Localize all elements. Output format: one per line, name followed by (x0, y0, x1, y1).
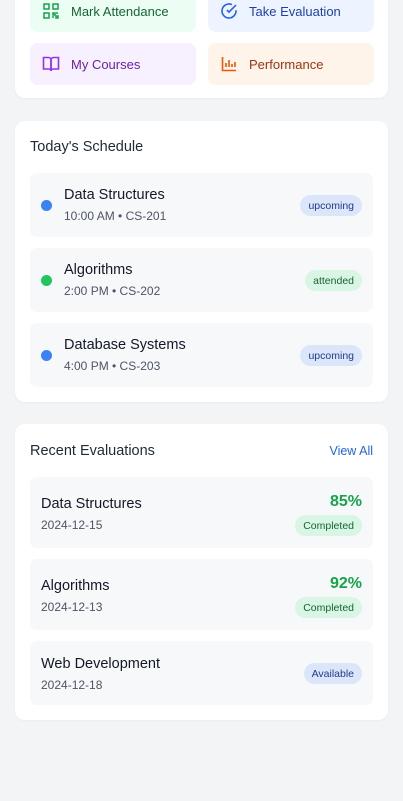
evaluation-name: Data Structures (41, 496, 142, 512)
my-courses-button[interactable]: My Courses (30, 43, 196, 85)
course-time: 10:00 AM • CS-201 (64, 209, 167, 223)
evaluations-card: Recent Evaluations View All Data Structu… (15, 424, 388, 720)
qr-code-icon (41, 1, 61, 21)
evaluation-item[interactable]: Algorithms 2024-12-13 92% Completed (30, 559, 373, 630)
evaluation-date: 2024-12-13 (41, 600, 103, 614)
schedule-item[interactable]: Algorithms 2:00 PM • CS-202 attended (30, 248, 373, 312)
course-time: 2:00 PM • CS-202 (64, 284, 161, 298)
status-badge: upcoming (300, 195, 362, 216)
status-dot (41, 350, 52, 361)
status-dot (41, 275, 52, 286)
schedule-item[interactable]: Database Systems 4:00 PM • CS-203 upcomi… (30, 323, 373, 387)
status-dot (41, 200, 52, 211)
performance-button[interactable]: Performance (208, 43, 374, 85)
status-badge: Completed (295, 597, 362, 618)
course-name: Algorithms (64, 262, 133, 278)
evaluation-date: 2024-12-15 (41, 518, 103, 532)
my-courses-label: My Courses (71, 56, 141, 72)
mark-attendance-label: Mark Attendance (71, 3, 169, 19)
status-badge: upcoming (300, 345, 362, 366)
evaluation-score: 92% (329, 575, 362, 592)
take-evaluation-button[interactable]: Take Evaluation (208, 0, 374, 32)
view-all-link[interactable]: View All (329, 444, 373, 458)
mark-attendance-button[interactable]: Mark Attendance (30, 0, 196, 32)
schedule-card: Today's Schedule Data Structures 10:00 A… (15, 121, 388, 402)
performance-label: Performance (249, 56, 324, 72)
evaluation-item[interactable]: Data Structures 2024-12-15 85% Completed (30, 477, 373, 548)
evaluation-name: Algorithms (41, 578, 110, 594)
quick-actions-card: Mark Attendance Take Evaluation My Cours… (15, 0, 388, 98)
status-badge: Completed (295, 515, 362, 536)
evaluation-item[interactable]: Web Development 2024-12-18 Available (30, 641, 373, 705)
book-open-icon (41, 54, 61, 74)
course-name: Data Structures (64, 187, 165, 203)
course-time: 4:00 PM • CS-203 (64, 359, 161, 373)
schedule-item[interactable]: Data Structures 10:00 AM • CS-201 upcomi… (30, 173, 373, 237)
evaluation-score: 85% (329, 493, 362, 510)
evaluation-date: 2024-12-18 (41, 678, 103, 692)
evaluations-title: Recent Evaluations (30, 443, 155, 459)
schedule-title: Today's Schedule (30, 139, 144, 155)
check-circle-icon (219, 1, 239, 21)
evaluation-name: Web Development (41, 656, 161, 672)
course-name: Database Systems (64, 337, 186, 353)
status-badge: Available (303, 663, 362, 684)
bar-chart-icon (219, 54, 239, 74)
status-badge: attended (305, 270, 362, 291)
take-evaluation-label: Take Evaluation (249, 3, 341, 19)
